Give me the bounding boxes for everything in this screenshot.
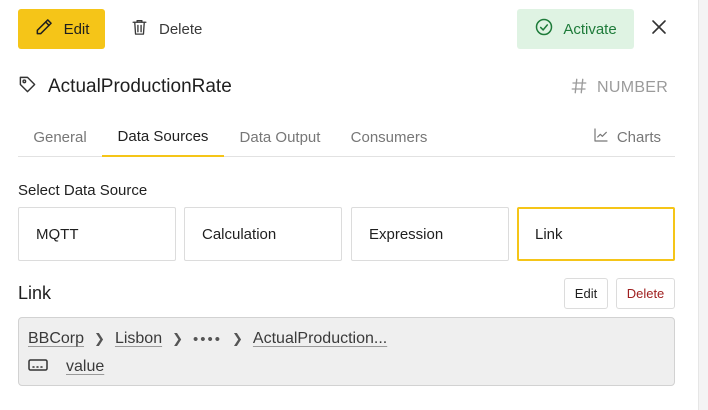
close-button[interactable] — [646, 16, 672, 42]
activate-button[interactable]: Activate — [517, 9, 634, 49]
chevron-right-icon: ❯ — [172, 331, 183, 346]
breadcrumb-item[interactable]: Lisbon — [115, 330, 162, 348]
link-edit-button[interactable]: Edit — [564, 278, 608, 309]
tab-bar: General Data Sources Data Output Consume… — [18, 118, 675, 157]
tab-charts-label: Charts — [616, 128, 661, 146]
tab-charts[interactable]: Charts — [593, 118, 661, 156]
tab-data-output[interactable]: Data Output — [224, 118, 336, 157]
link-delete-button[interactable]: Delete — [616, 278, 675, 309]
type-badge: NUMBER — [570, 74, 668, 102]
breadcrumb-collapsed[interactable]: •••• — [193, 331, 222, 348]
link-section-title: Link — [18, 283, 52, 303]
tab-consumers[interactable]: Consumers — [336, 118, 442, 157]
chevron-right-icon: ❯ — [94, 331, 105, 346]
tag-icon — [18, 75, 37, 99]
panel-edge — [698, 0, 708, 410]
source-option-mqtt[interactable]: MQTT — [18, 207, 176, 261]
check-circle-icon — [534, 17, 554, 42]
edit-button[interactable]: Edit — [18, 9, 105, 49]
page-title: ActualProductionRate — [48, 76, 232, 97]
delete-button[interactable]: Delete — [130, 9, 202, 49]
title-row: ActualProductionRate — [18, 72, 232, 102]
source-option-expression[interactable]: Expression — [351, 207, 509, 261]
breadcrumb: BBCorp ❯ Lisbon ❯ •••• ❯ ActualProductio… — [28, 328, 387, 350]
link-path-box: BBCorp ❯ Lisbon ❯ •••• ❯ ActualProductio… — [18, 317, 675, 386]
type-label: NUMBER — [597, 79, 669, 96]
tab-general[interactable]: General — [18, 118, 102, 157]
hash-icon — [570, 77, 588, 100]
activate-button-label: Activate — [563, 20, 617, 38]
breadcrumb-item[interactable]: BBCorp — [28, 330, 84, 348]
chevron-right-icon: ❯ — [232, 331, 243, 346]
trash-icon — [130, 17, 149, 42]
breadcrumb-item[interactable]: ActualProduction... — [253, 330, 387, 348]
linked-field-row: value — [28, 356, 104, 378]
source-option-calculation[interactable]: Calculation — [184, 207, 342, 261]
chart-icon — [593, 127, 609, 147]
close-icon — [651, 19, 667, 40]
delete-button-label: Delete — [159, 20, 203, 38]
select-data-source-label: Select Data Source — [18, 182, 148, 199]
source-option-link[interactable]: Link — [517, 207, 675, 261]
field-icon — [28, 358, 48, 377]
edit-button-label: Edit — [63, 20, 90, 38]
pencil-icon — [34, 17, 54, 42]
tab-data-sources[interactable]: Data Sources — [102, 118, 224, 157]
linked-field[interactable]: value — [66, 358, 104, 376]
